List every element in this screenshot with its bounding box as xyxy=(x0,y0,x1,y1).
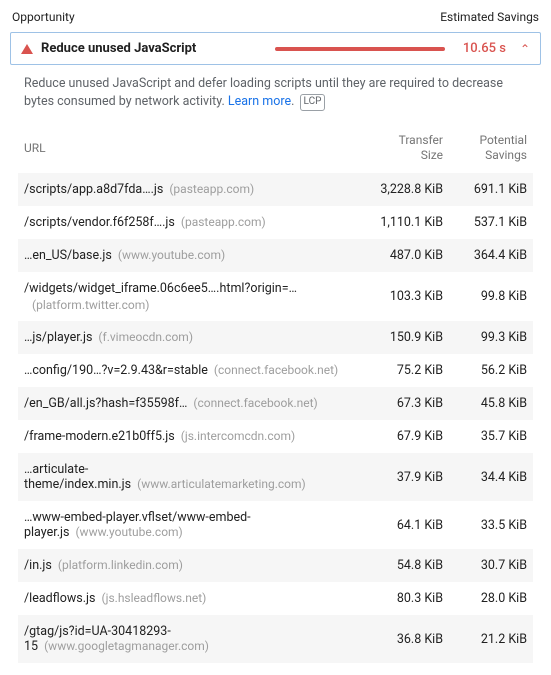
url-path: /widgets/widget_iframe.06c6ee5….html?ori… xyxy=(24,281,297,296)
url-path: …en_US/base.js xyxy=(24,248,112,263)
url-origin: (www.youtube.com) xyxy=(69,525,182,539)
th-transfer-size: TransferSize xyxy=(355,133,443,163)
cell-url: …js/player.js(f.vimeocdn.com) xyxy=(24,330,355,345)
table-row: /en_GB/all.js?hash=f35598f…(connect.face… xyxy=(18,387,533,420)
cell-url: …config/190…?v=2.9.43&r=stable(connect.f… xyxy=(24,363,355,378)
cell-transfer-size: 67.3 KiB xyxy=(355,396,443,411)
table-row: /gtag/js?id=UA-30418293-15(www.googletag… xyxy=(18,615,533,663)
url-origin: (js.intercomcdn.com) xyxy=(175,429,295,443)
url-origin: (platform.twitter.com) xyxy=(24,298,349,312)
cell-potential-savings: 35.7 KiB xyxy=(443,429,527,444)
warning-icon xyxy=(21,44,33,54)
cell-url: /en_GB/all.js?hash=f35598f…(connect.face… xyxy=(24,396,355,411)
section-header-right: Estimated Savings xyxy=(440,10,539,24)
cell-potential-savings: 99.8 KiB xyxy=(443,289,527,304)
url-origin: (platform.linkedin.com) xyxy=(52,558,183,572)
details-table: URL TransferSize PotentialSavings /scrip… xyxy=(10,113,541,663)
table-row: …en_US/base.js(www.youtube.com)487.0 KiB… xyxy=(18,239,533,272)
cell-url: /scripts/app.a8d7fda….js(pasteapp.com) xyxy=(24,182,355,197)
cell-transfer-size: 75.2 KiB xyxy=(355,363,443,378)
th-potential-savings: PotentialSavings xyxy=(443,133,527,163)
cell-transfer-size: 36.8 KiB xyxy=(355,632,443,647)
table-row: …articulate-theme/index.min.js(www.artic… xyxy=(18,453,533,501)
url-path: …js/player.js xyxy=(24,330,92,345)
table-row: …js/player.js(f.vimeocdn.com)150.9 KiB99… xyxy=(18,321,533,354)
url-origin: (pasteapp.com) xyxy=(175,215,266,229)
cell-transfer-size: 103.3 KiB xyxy=(355,289,443,304)
cell-transfer-size: 64.1 KiB xyxy=(355,518,443,533)
cell-potential-savings: 537.1 KiB xyxy=(443,215,527,230)
th-url: URL xyxy=(24,141,355,155)
cell-potential-savings: 99.3 KiB xyxy=(443,330,527,345)
cell-potential-savings: 56.2 KiB xyxy=(443,363,527,378)
url-path: /in.js xyxy=(24,558,52,573)
cell-potential-savings: 33.5 KiB xyxy=(443,518,527,533)
table-row: /scripts/app.a8d7fda….js(pasteapp.com)3,… xyxy=(18,173,533,206)
cell-potential-savings: 45.8 KiB xyxy=(443,396,527,411)
cell-url: /leadflows.js(js.hsleadflows.net) xyxy=(24,591,355,606)
audit-title: Reduce unused JavaScript xyxy=(41,41,196,56)
chevron-up-icon: ⌃ xyxy=(514,43,530,55)
url-origin: (www.articulatemarketing.com) xyxy=(131,477,306,491)
cell-url: /widgets/widget_iframe.06c6ee5….html?ori… xyxy=(24,281,355,312)
cell-transfer-size: 80.3 KiB xyxy=(355,591,443,606)
url-path: /scripts/vendor.f6f258f….js xyxy=(24,215,175,230)
cell-url: /in.js(platform.linkedin.com) xyxy=(24,558,355,573)
cell-url: /gtag/js?id=UA-30418293-15(www.googletag… xyxy=(24,624,355,654)
url-origin: (f.vimeocdn.com) xyxy=(92,330,193,344)
cell-url: …articulate-theme/index.min.js(www.artic… xyxy=(24,462,355,492)
cell-potential-savings: 28.0 KiB xyxy=(443,591,527,606)
url-origin: (www.googletagmanager.com) xyxy=(38,639,209,653)
cell-potential-savings: 34.4 KiB xyxy=(443,470,527,485)
cell-potential-savings: 364.4 KiB xyxy=(443,248,527,263)
cell-transfer-size: 67.9 KiB xyxy=(355,429,443,444)
url-origin: (connect.facebook.net) xyxy=(187,396,317,410)
url-path: /scripts/app.a8d7fda….js xyxy=(24,182,163,197)
cell-potential-savings: 691.1 KiB xyxy=(443,182,527,197)
table-row: /scripts/vendor.f6f258f….js(pasteapp.com… xyxy=(18,206,533,239)
table-row: …config/190…?v=2.9.43&r=stable(connect.f… xyxy=(18,354,533,387)
url-path: /en_GB/all.js?hash=f35598f… xyxy=(24,396,187,411)
table-row: /leadflows.js(js.hsleadflows.net)80.3 Ki… xyxy=(18,582,533,615)
url-path: /frame-modern.e21b0ff5.js xyxy=(24,429,175,444)
lcp-badge: LCP xyxy=(300,94,326,111)
cell-transfer-size: 487.0 KiB xyxy=(355,248,443,263)
cell-transfer-size: 54.8 KiB xyxy=(355,558,443,573)
url-origin: (www.youtube.com) xyxy=(112,248,225,262)
table-row: /frame-modern.e21b0ff5.js(js.intercomcdn… xyxy=(18,420,533,453)
table-row: …www-embed-player.vflset/www-embed-playe… xyxy=(18,501,533,549)
audit-description: Reduce unused JavaScript and defer loadi… xyxy=(10,65,541,113)
cell-url: …www-embed-player.vflset/www-embed-playe… xyxy=(24,510,355,540)
table-row: /in.js(platform.linkedin.com)54.8 KiB30.… xyxy=(18,549,533,582)
section-header-left: Opportunity xyxy=(12,10,75,24)
cell-transfer-size: 150.9 KiB xyxy=(355,330,443,345)
url-origin: (js.hsleadflows.net) xyxy=(95,591,206,605)
cell-potential-savings: 30.7 KiB xyxy=(443,558,527,573)
cell-transfer-size: 37.9 KiB xyxy=(355,470,443,485)
cell-potential-savings: 21.2 KiB xyxy=(443,632,527,647)
url-origin: (connect.facebook.net) xyxy=(208,363,338,377)
url-origin: (pasteapp.com) xyxy=(163,182,254,196)
cell-url: …en_US/base.js(www.youtube.com) xyxy=(24,248,355,263)
learn-more-link[interactable]: Learn more xyxy=(228,94,291,109)
url-path: …config/190…?v=2.9.43&r=stable xyxy=(24,363,208,378)
audit-row[interactable]: Reduce unused JavaScript 10.65 s ⌃ xyxy=(10,32,541,65)
url-path: /leadflows.js xyxy=(24,591,95,606)
cell-url: /scripts/vendor.f6f258f….js(pasteapp.com… xyxy=(24,215,355,230)
cell-transfer-size: 3,228.8 KiB xyxy=(355,182,443,197)
table-row: /widgets/widget_iframe.06c6ee5….html?ori… xyxy=(18,272,533,321)
url-path: …articulate-theme/index.min.js xyxy=(24,462,131,492)
estimated-savings: 10.65 s xyxy=(453,41,506,56)
table-header: URL TransferSize PotentialSavings xyxy=(18,123,533,173)
cell-transfer-size: 1,110.1 KiB xyxy=(355,215,443,230)
savings-bar xyxy=(275,47,445,51)
cell-url: /frame-modern.e21b0ff5.js(js.intercomcdn… xyxy=(24,429,355,444)
